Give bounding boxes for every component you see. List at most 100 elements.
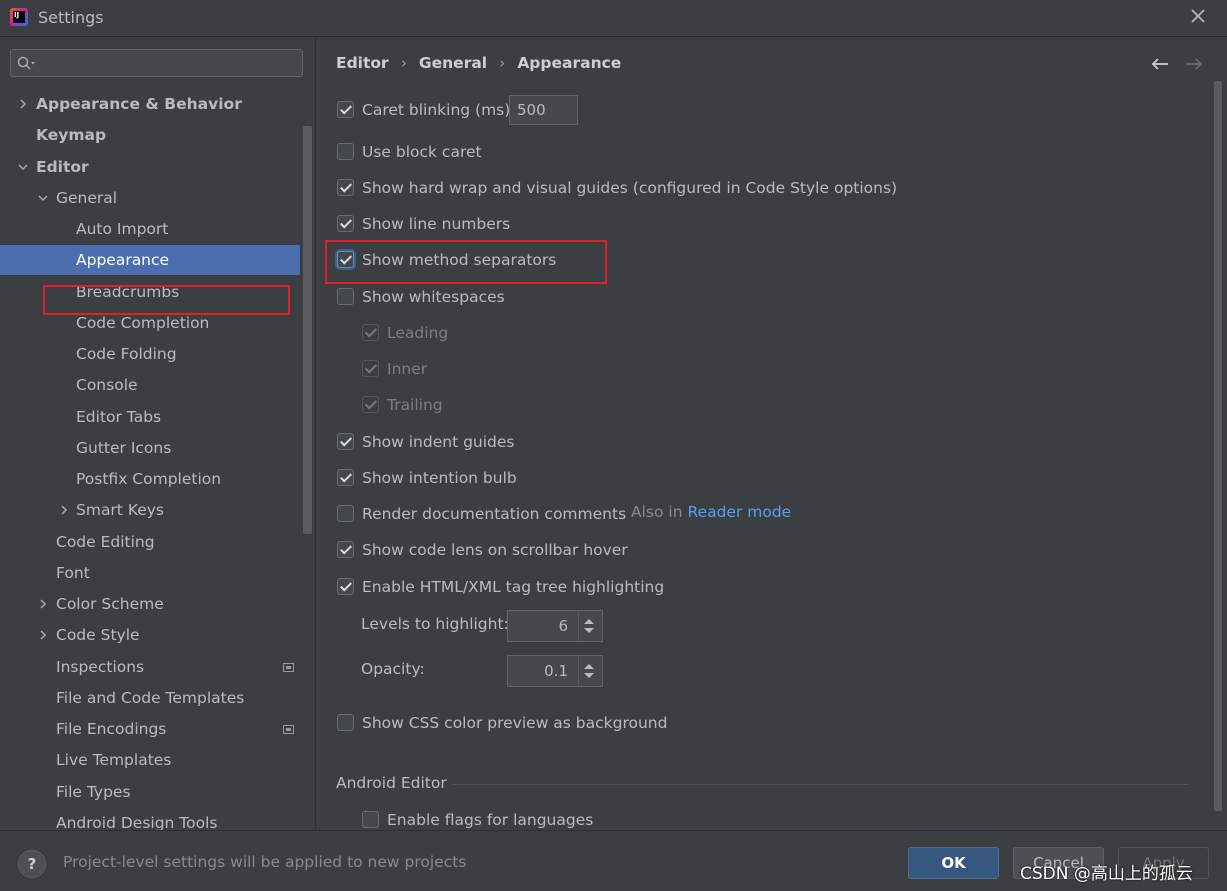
- tree-item-label: File Encodings: [56, 720, 167, 738]
- spinner-arrows-icon[interactable]: [583, 616, 595, 636]
- tree-item-label: Postfix Completion: [76, 470, 222, 488]
- intention-bulb-checkbox[interactable]: [337, 469, 354, 486]
- tree-item-code-editing[interactable]: Code Editing: [0, 527, 300, 557]
- ok-button[interactable]: OK: [908, 847, 999, 879]
- tree-item-label: Gutter Icons: [76, 439, 172, 457]
- indent-guides-checkbox[interactable]: [337, 433, 354, 450]
- project-settings-note: Project-level settings will be applied t…: [63, 853, 467, 871]
- tree-item-label: Color Scheme: [56, 595, 164, 613]
- option-label: Show intention bulb: [362, 469, 517, 487]
- tree-item-file-encodings[interactable]: File Encodings: [0, 714, 300, 744]
- breadcrumb-separator: ›: [499, 54, 506, 72]
- reader-mode-link[interactable]: Reader mode: [687, 503, 791, 521]
- hint-text: Also in: [631, 503, 683, 521]
- opacity-value: 0.1: [544, 662, 568, 680]
- tree-item-color-scheme[interactable]: Color Scheme: [0, 589, 300, 619]
- search-icon: [17, 56, 35, 70]
- forward-arrow-icon[interactable]: [1184, 56, 1204, 72]
- tree-item-breadcrumbs[interactable]: Breadcrumbs: [0, 277, 300, 307]
- levels-label: Levels to highlight:: [361, 615, 509, 633]
- tree-item-appearance[interactable]: Appearance: [0, 245, 300, 275]
- trailing-checkbox: [362, 396, 379, 413]
- option-label: Caret blinking (ms):: [362, 101, 516, 119]
- tree-item-label: General: [56, 189, 118, 207]
- option-label: Inner: [387, 360, 428, 378]
- chevron-right-icon[interactable]: [38, 599, 48, 609]
- tree-item-auto-import[interactable]: Auto Import: [0, 214, 300, 244]
- render-docs-checkbox[interactable]: [337, 505, 354, 522]
- settings-content: Editor › General › Appearance Caret blinking…: [316, 37, 1227, 830]
- tree-item-label: Code Folding: [76, 345, 177, 363]
- tree-item-code-style[interactable]: Code Style: [0, 620, 300, 650]
- tree-item-postfix-completion[interactable]: Postfix Completion: [0, 464, 300, 494]
- option-label: Use block caret: [362, 143, 482, 161]
- tree-item-editor-tabs[interactable]: Editor Tabs: [0, 402, 300, 432]
- tree-item-label: Smart Keys: [76, 501, 164, 519]
- inner-checkbox: [362, 360, 379, 377]
- content-scrollbar[interactable]: [1214, 81, 1222, 811]
- tree-item-label: Inspections: [56, 658, 145, 676]
- opacity-label: Opacity:: [361, 660, 425, 678]
- close-icon[interactable]: [1188, 6, 1208, 26]
- method-separators-checkbox[interactable]: [337, 251, 354, 268]
- settings-sidebar: Appearance & Behavior Keymap Editor Gene…: [0, 37, 316, 832]
- caret-blinking-ms-input[interactable]: 500: [509, 95, 578, 125]
- option-label: Show CSS color preview as background: [362, 714, 668, 732]
- tree-item-smart-keys[interactable]: Smart Keys: [0, 495, 300, 525]
- breadcrumb-appearance: Appearance: [517, 54, 622, 72]
- help-button[interactable]: ?: [18, 850, 46, 878]
- search-input[interactable]: [10, 49, 303, 77]
- breadcrumb: Editor › General › Appearance: [336, 54, 621, 72]
- android-editor-section-title: Android Editor: [336, 774, 447, 792]
- tree-item-keymap[interactable]: Keymap: [0, 120, 300, 150]
- tree-item-font[interactable]: Font: [0, 558, 300, 588]
- tree-item-inspections[interactable]: Inspections: [0, 652, 300, 682]
- chevron-down-icon[interactable]: [38, 193, 48, 203]
- tree-item-code-completion[interactable]: Code Completion: [0, 308, 300, 338]
- tree-item-label: Appearance: [76, 251, 170, 269]
- option-label: Trailing: [387, 396, 443, 414]
- leading-checkbox: [362, 324, 379, 341]
- opacity-spinner[interactable]: 0.1: [507, 655, 603, 687]
- tree-item-console[interactable]: Console: [0, 370, 300, 400]
- tree-item-code-folding[interactable]: Code Folding: [0, 339, 300, 369]
- chevron-right-icon[interactable]: [18, 99, 28, 109]
- tree-item-label: Code Editing: [56, 533, 155, 551]
- tree-item-file-code-templates[interactable]: File and Code Templates: [0, 683, 300, 713]
- tree-item-label: Editor Tabs: [76, 408, 162, 426]
- caret-blinking-checkbox[interactable]: [337, 101, 354, 118]
- levels-spinner[interactable]: 6: [507, 610, 603, 642]
- tag-tree-checkbox[interactable]: [337, 578, 354, 595]
- enable-flags-checkbox[interactable]: [362, 811, 379, 828]
- option-label: Render documentation comments: [362, 505, 627, 523]
- tree-item-live-templates[interactable]: Live Templates: [0, 745, 300, 775]
- option-label: Show hard wrap and visual guides (config…: [362, 179, 898, 197]
- tree-item-label: Appearance & Behavior: [36, 95, 242, 113]
- code-lens-checkbox[interactable]: [337, 541, 354, 558]
- option-label: Show indent guides: [362, 433, 515, 451]
- tree-item-gutter-icons[interactable]: Gutter Icons: [0, 433, 300, 463]
- chevron-right-icon[interactable]: [38, 630, 48, 640]
- back-arrow-icon[interactable]: [1150, 56, 1170, 72]
- whitespaces-checkbox[interactable]: [337, 288, 354, 305]
- tree-item-appearance-behavior[interactable]: Appearance & Behavior: [0, 89, 300, 119]
- css-preview-checkbox[interactable]: [337, 714, 354, 731]
- tree-item-label: Live Templates: [56, 751, 172, 769]
- section-divider: [452, 784, 1189, 785]
- title-bar: IJ Settings: [0, 0, 1227, 37]
- block-caret-checkbox[interactable]: [337, 143, 354, 160]
- tree-item-general[interactable]: General: [0, 183, 300, 213]
- line-numbers-checkbox[interactable]: [337, 215, 354, 232]
- tree-item-file-types[interactable]: File Types: [0, 777, 300, 807]
- chevron-down-icon[interactable]: [18, 162, 28, 172]
- tree-item-label: Editor: [36, 158, 89, 176]
- sidebar-scrollbar[interactable]: [303, 126, 312, 534]
- hard-wrap-checkbox[interactable]: [337, 179, 354, 196]
- spinner-arrows-icon[interactable]: [583, 661, 595, 681]
- breadcrumb-editor: Editor: [336, 54, 389, 72]
- tree-item-editor[interactable]: Editor: [0, 152, 300, 182]
- chevron-right-icon[interactable]: [59, 505, 69, 515]
- dialog-footer: ? Project-level settings will be applied…: [0, 830, 1227, 891]
- tree-item-label: Code Completion: [76, 314, 210, 332]
- levels-value: 6: [558, 617, 568, 635]
